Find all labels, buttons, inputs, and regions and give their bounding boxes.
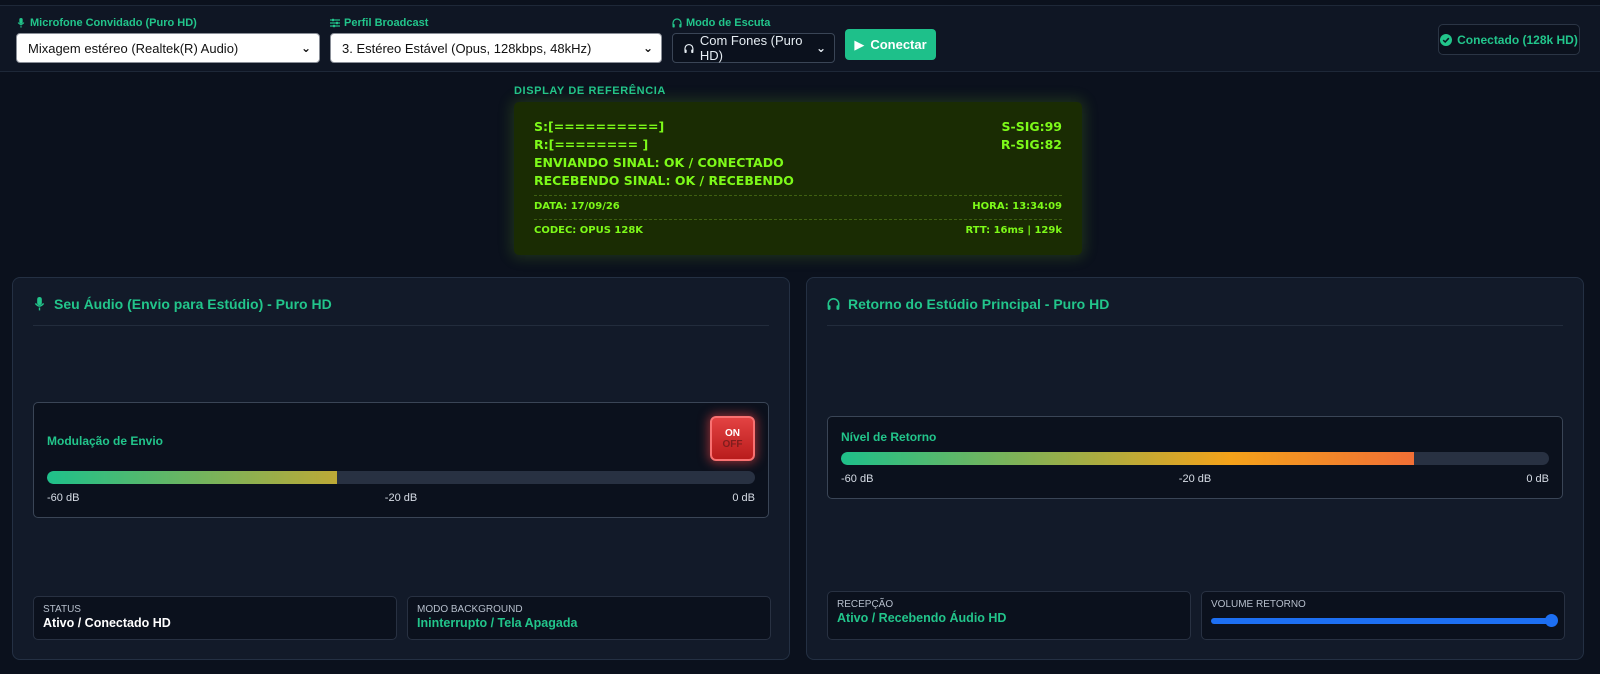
- send-signal-bar: S:[==========]: [534, 119, 665, 134]
- slider-handle[interactable]: [1545, 614, 1558, 627]
- display-codec: CODEC: OPUS 128K: [534, 225, 644, 236]
- return-level-meter: [841, 452, 1549, 465]
- return-meter-label: Nível de Retorno: [841, 430, 937, 444]
- listen-select[interactable]: Com Fones (Puro HD) ⌄: [672, 33, 835, 63]
- send-on-off-toggle[interactable]: ON OFF: [710, 416, 755, 461]
- return-meter-box: Nível de Retorno -60 dB -20 dB 0 dB: [827, 416, 1563, 499]
- display-rtt: RTT: 16ms | 129k: [965, 225, 1062, 236]
- check-circle-icon: [1440, 33, 1453, 46]
- send-panel-header: Seu Áudio (Envio para Estúdio) - Puro HD: [33, 296, 769, 326]
- mic-label: Microfone Convidado (Puro HD): [16, 16, 320, 30]
- listen-field: Modo de Escuta Com Fones (Puro HD) ⌄: [672, 16, 835, 63]
- return-panel-header: Retorno do Estúdio Principal - Puro HD: [827, 296, 1563, 326]
- send-meter-label: Modulação de Envio: [47, 434, 164, 448]
- headphones-icon: [827, 298, 840, 310]
- background-mode-card: MODO BACKGROUND Ininterrupto / Tela Apag…: [407, 596, 771, 640]
- control-bar: Microfone Convidado (Puro HD) Mixagem es…: [0, 6, 1600, 72]
- chevron-down-icon: ⌄: [642, 41, 653, 55]
- display-time: HORA: 13:34:09: [972, 201, 1062, 212]
- connect-button[interactable]: ▶ Conectar: [845, 29, 936, 60]
- microphone-icon: [17, 18, 25, 28]
- status-card: STATUS Ativo / Conectado HD: [33, 596, 397, 640]
- send-signal-value: S-SIG:99: [1001, 119, 1063, 134]
- send-level-fill: [47, 471, 338, 484]
- recv-signal-bar: R:[======== ]: [534, 137, 649, 152]
- reference-display-title: DISPLAY DE REFERÊNCIA: [514, 85, 666, 97]
- return-panel: Retorno do Estúdio Principal - Puro HD N…: [806, 277, 1584, 660]
- profile-label: Perfil Broadcast: [330, 16, 662, 30]
- send-level-meter: [47, 471, 755, 484]
- listen-label: Modo de Escuta: [672, 16, 835, 30]
- profile-field: Perfil Broadcast 3. Estéreo Estável (Opu…: [330, 16, 662, 63]
- play-icon: ▶: [854, 36, 865, 52]
- return-volume-card: VOLUME RETORNO: [1201, 591, 1565, 640]
- receiving-status: RECEBENDO SINAL: OK / RECEBENDO: [534, 173, 794, 188]
- connection-status-badge: Conectado (128k HD): [1438, 24, 1580, 55]
- return-volume-slider[interactable]: [1211, 614, 1558, 627]
- return-level-fill: [841, 452, 1415, 465]
- sending-status: ENVIANDO SINAL: OK / CONECTADO: [534, 155, 784, 170]
- microphone-icon: [34, 297, 45, 311]
- display-date: DATA: 17/09/26: [534, 201, 620, 212]
- recv-signal-value: R-SIG:82: [1000, 137, 1062, 152]
- chevron-down-icon: ⌄: [300, 41, 311, 55]
- reception-card: RECEPÇÃO Ativo / Recebendo Áudio HD: [827, 591, 1191, 640]
- mic-select[interactable]: Mixagem estéreo (Realtek(R) Audio) ⌄: [16, 33, 320, 63]
- reference-display: S:[==========] S-SIG:99 R:[======== ] R-…: [514, 102, 1082, 255]
- headphones-icon: [672, 18, 682, 28]
- headphones-icon: [684, 43, 694, 53]
- sliders-icon: [330, 18, 340, 28]
- chevron-down-icon: ⌄: [815, 41, 826, 55]
- send-panel: Seu Áudio (Envio para Estúdio) - Puro HD…: [12, 277, 790, 660]
- profile-select[interactable]: 3. Estéreo Estável (Opus, 128kbps, 48kHz…: [330, 33, 662, 63]
- mic-field: Microfone Convidado (Puro HD) Mixagem es…: [16, 16, 320, 63]
- send-meter-box: Modulação de Envio ON OFF -60 dB -20 dB …: [33, 402, 769, 518]
